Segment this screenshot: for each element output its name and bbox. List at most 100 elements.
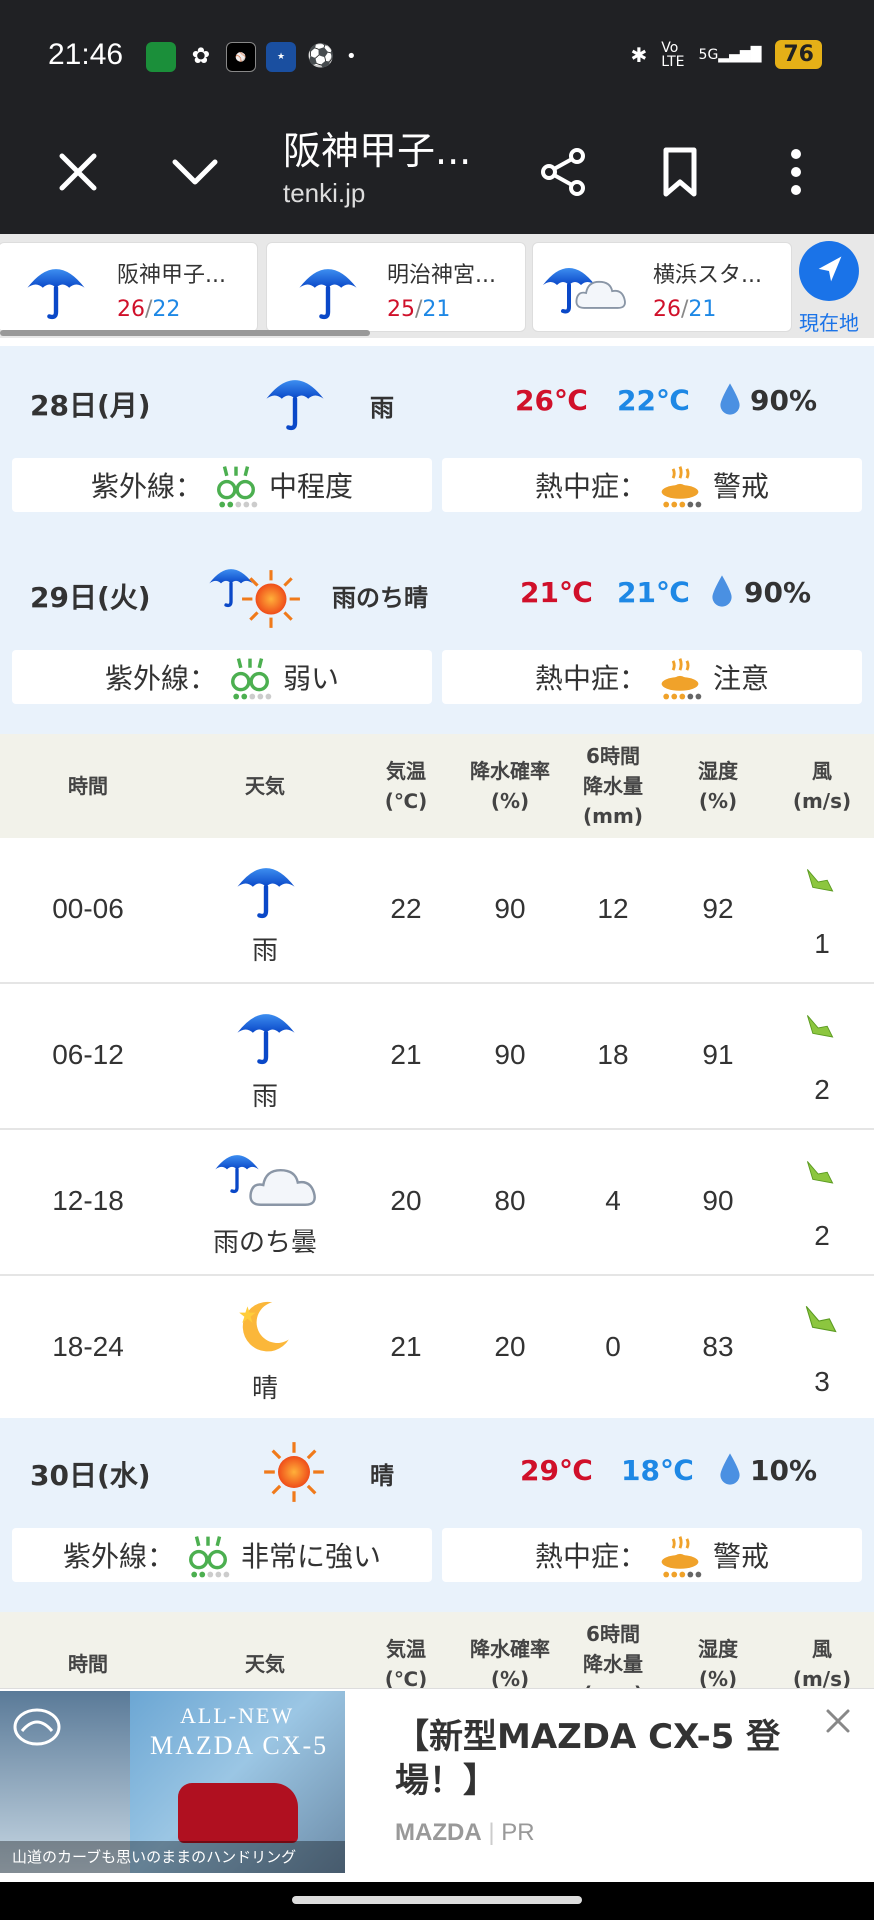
row-humidity: 83 xyxy=(702,1331,734,1362)
day-precip: 90% xyxy=(750,384,818,417)
current-location-button[interactable]: 現在地 xyxy=(784,240,874,340)
umbrella-icon xyxy=(295,257,361,323)
day-high: 26℃ xyxy=(515,384,588,417)
location-low: 22 xyxy=(152,297,181,322)
share-icon[interactable] xyxy=(533,142,593,202)
row-temp: 20 xyxy=(390,1185,422,1216)
heatstroke-index: 熱中症： 警戒 xyxy=(442,458,862,512)
heat-value: 警戒 xyxy=(713,1540,770,1573)
location-card[interactable]: 明治神宮... 25/21 xyxy=(266,242,526,332)
raindrop-icon xyxy=(718,380,742,418)
row-time: 12-18 xyxy=(52,1185,124,1216)
close-ad-icon[interactable] xyxy=(822,1705,854,1737)
home-gesture-pill[interactable] xyxy=(292,1896,582,1904)
sun-icon xyxy=(262,1440,326,1504)
close-icon[interactable] xyxy=(48,142,108,202)
chevron-down-icon[interactable] xyxy=(165,142,225,202)
row-time: 00-06 xyxy=(52,893,124,924)
horizontal-scrollbar[interactable] xyxy=(0,330,370,336)
row-weather: 雨のち曇 xyxy=(212,1228,317,1258)
ad-image-caption: 山道のカーブも思いのままのハンドリング xyxy=(0,1841,345,1873)
battery-indicator: 76 xyxy=(775,40,822,69)
row-weather: 雨 xyxy=(251,936,278,966)
location-name: 明治神宮... xyxy=(387,263,496,288)
col-humidity-unit: (%) xyxy=(698,789,738,813)
baseball-icon: ★ xyxy=(266,42,296,72)
raindrop-icon xyxy=(710,572,734,610)
row-prob: 90 xyxy=(494,893,526,924)
heatstroke-icon xyxy=(657,1532,703,1578)
row-prob: 20 xyxy=(494,1331,526,1362)
row-weather: 晴 xyxy=(251,1374,278,1404)
row-humidity: 91 xyxy=(702,1039,734,1070)
day-low: 22℃ xyxy=(617,384,690,417)
col-prob: 降水確率 xyxy=(470,1637,550,1661)
row-prob: 90 xyxy=(494,1039,526,1070)
table-row: 12-18 雨のち曇 20 80 4 90 2 xyxy=(0,1130,874,1276)
heat-value: 注意 xyxy=(713,662,770,695)
current-location-label: 現在地 xyxy=(799,311,859,335)
ad-source: MAZDA | PR xyxy=(395,1819,535,1846)
heat-value: 警戒 xyxy=(713,470,770,503)
day-low: 21℃ xyxy=(617,576,690,609)
row-weather: 雨 xyxy=(251,1082,278,1112)
more-vert-icon[interactable] xyxy=(766,142,826,202)
day-weather: 雨のち晴 xyxy=(332,584,428,612)
umbrella-icon xyxy=(23,257,89,323)
navigation-arrow-icon xyxy=(799,241,859,301)
network-type: 5G xyxy=(698,46,719,63)
col-weather: 天気 xyxy=(245,1652,285,1676)
uv-glasses-icon xyxy=(213,462,259,508)
row-amount: 12 xyxy=(597,893,629,924)
day-date: 28日(月) xyxy=(30,389,151,422)
row-prob: 80 xyxy=(494,1185,526,1216)
ad-headline[interactable]: 【新型MAZDA CX-5 登場！】 xyxy=(395,1715,815,1803)
day-weather: 晴 xyxy=(370,1462,394,1490)
row-wind: 2 xyxy=(814,1074,830,1105)
pinwheel-icon: ✿ xyxy=(191,44,211,69)
status-time: 21:46 xyxy=(48,38,124,71)
uv-index: 紫外線： 弱い xyxy=(12,650,432,704)
col-time: 時間 xyxy=(68,1652,108,1676)
row-amount: 18 xyxy=(597,1039,629,1070)
bluetooth-icon: ✱ xyxy=(630,42,648,67)
day-high: 29℃ xyxy=(520,1454,593,1487)
ad-pr-tag: PR xyxy=(501,1819,535,1846)
ad-advertiser: MAZDA xyxy=(395,1819,482,1846)
more-dot-icon: • xyxy=(346,46,357,67)
ad-image-tagline: ALL-NEW xyxy=(180,1703,295,1728)
mazda-logo-icon xyxy=(13,1708,61,1746)
location-card[interactable]: 阪神甲子... 26/22 xyxy=(0,242,258,332)
location-high: 26 xyxy=(117,297,145,322)
col-time: 時間 xyxy=(68,774,108,798)
col-prob: 降水確率 xyxy=(470,759,550,783)
heatstroke-icon xyxy=(657,462,703,508)
ad-image[interactable]: ALL-NEW MAZDA CX-5 山道のカーブも思いのままのハンドリング xyxy=(0,1691,345,1873)
day-summary: 30日(水) 晴 29℃ 18℃ 10% 紫外線： 非常に強い 熱中症： 警戒 xyxy=(0,1418,874,1612)
row-wind: 1 xyxy=(814,928,830,959)
table-row: 18-24 晴 21 20 0 83 3 xyxy=(0,1276,874,1422)
col-humidity: 湿度 xyxy=(698,1637,738,1661)
col-amount-2: 降水量 xyxy=(583,1652,643,1676)
day-precip: 10% xyxy=(750,1454,818,1487)
uv-glasses-icon xyxy=(185,1532,231,1578)
uv-label: 紫外線： xyxy=(62,1540,175,1573)
ad-banner[interactable]: ALL-NEW MAZDA CX-5 山道のカーブも思いのままのハンドリング 【… xyxy=(0,1688,874,1882)
wind-direction-icon xyxy=(802,1156,838,1192)
bookmark-icon[interactable] xyxy=(650,142,710,202)
location-name: 阪神甲子... xyxy=(117,263,226,288)
col-amount-2: 降水量 xyxy=(583,774,643,798)
location-high: 26 xyxy=(653,297,681,322)
day-low: 18℃ xyxy=(621,1454,694,1487)
day-weather: 雨 xyxy=(370,394,394,422)
raindrop-icon xyxy=(718,1450,742,1488)
uv-value: 非常に強い xyxy=(241,1540,382,1573)
status-bar: 21:46 ✿ ⚾ ★ ⚽ • ✱ Vo LTE 5G▂▄▆█ 76 xyxy=(0,0,874,110)
location-name: 横浜スタ... xyxy=(653,263,762,288)
col-amount: 6時間 xyxy=(586,744,640,768)
location-card[interactable]: 横浜スタ... 26/21 xyxy=(532,242,792,332)
soccer-icon: ⚽ xyxy=(307,44,335,69)
day-date: 30日(水) xyxy=(30,1459,151,1492)
uber-eats-icon xyxy=(146,42,176,72)
location-strip: 阪神甲子... 26/22 明治神宮... 25/21 横浜スタ... 26/2… xyxy=(0,234,874,338)
